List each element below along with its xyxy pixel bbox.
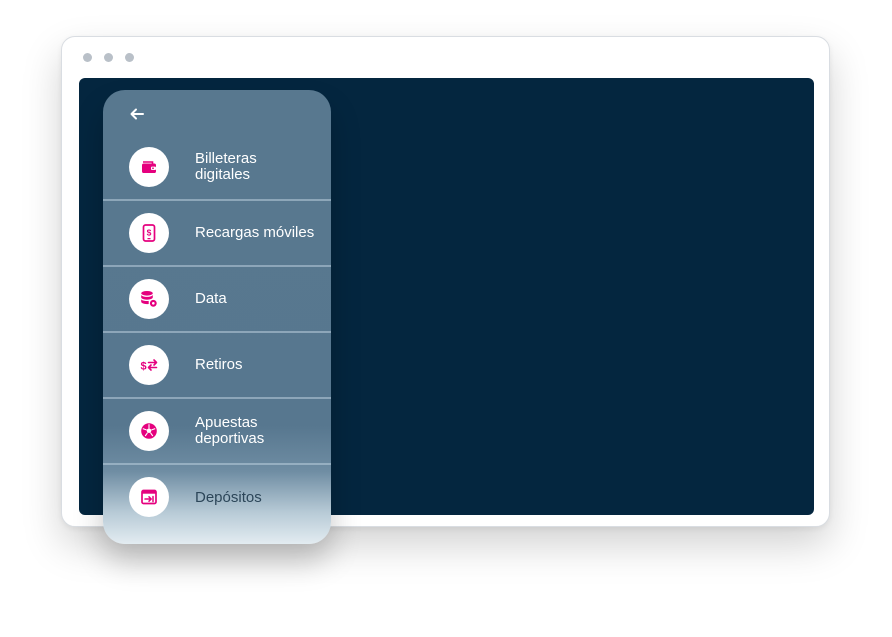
svg-text:$: $ — [147, 228, 152, 238]
svg-text:$: $ — [140, 361, 146, 373]
menu-icon-circle — [129, 411, 169, 451]
arrow-left-icon — [130, 108, 144, 120]
deposit-window-icon — [141, 489, 157, 505]
menu-icon-circle: $ — [129, 345, 169, 385]
menu-item-depositos[interactable]: Depósitos — [103, 465, 331, 531]
window-controls — [83, 53, 134, 62]
menu-item-label: Apuestas deportivas — [195, 414, 265, 447]
menu-icon-circle — [129, 147, 169, 187]
wallet-icon — [142, 161, 156, 173]
side-menu-panel: Billeteras digitales $ Recargas móviles — [103, 90, 331, 544]
database-gear-icon — [141, 291, 157, 307]
menu-item-retiros[interactable]: $ Retiros — [103, 333, 331, 399]
menu-icon-circle — [129, 279, 169, 319]
back-button[interactable] — [127, 104, 147, 124]
window-dot[interactable] — [83, 53, 92, 62]
menu-item-label: Depósitos — [195, 489, 262, 506]
menu-item-data[interactable]: Data — [103, 267, 331, 333]
menu-list: Billeteras digitales $ Recargas móviles — [103, 135, 331, 531]
mobile-dollar-icon: $ — [142, 224, 156, 242]
soccer-ball-icon — [141, 423, 157, 439]
menu-icon-circle — [129, 477, 169, 517]
menu-item-billeteras-digitales[interactable]: Billeteras digitales — [103, 135, 331, 201]
menu-item-recargas-moviles[interactable]: $ Recargas móviles — [103, 201, 331, 267]
window-dot[interactable] — [125, 53, 134, 62]
menu-item-label: Billeteras digitales — [195, 150, 257, 183]
menu-item-label: Data — [195, 290, 227, 307]
menu-item-label: Retiros — [195, 356, 243, 373]
menu-item-apuestas-deportivas[interactable]: Apuestas deportivas — [103, 399, 331, 465]
dollar-exchange-icon: $ — [140, 359, 158, 373]
menu-item-label: Recargas móviles — [195, 224, 315, 241]
menu-icon-circle: $ — [129, 213, 169, 253]
window-dot[interactable] — [104, 53, 113, 62]
